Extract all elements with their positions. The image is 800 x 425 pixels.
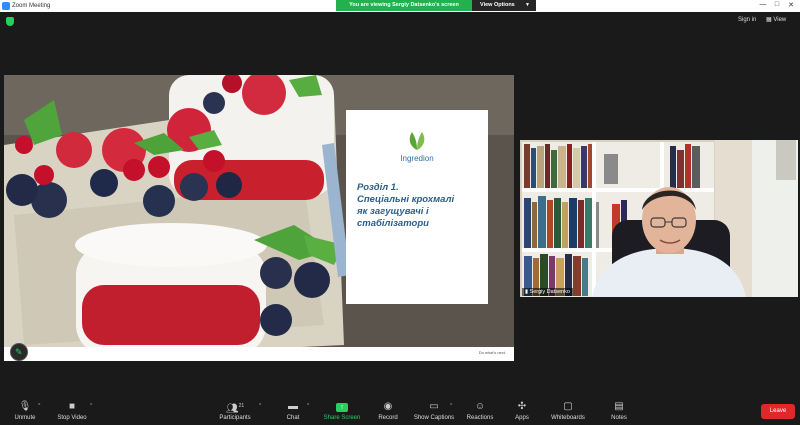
participants-label: Participants [219, 415, 251, 421]
participants-count: 21 [238, 403, 245, 409]
apps-icon: ✣ [517, 401, 527, 412]
view-button[interactable]: ▦ View [766, 16, 786, 23]
window-titlebar: Zoom Meeting You are viewing Sergiy Dats… [0, 0, 800, 12]
record-label: Record [378, 415, 398, 421]
audio-options-caret-icon[interactable]: ^ [38, 403, 40, 409]
meeting-toolbar: 🎙︎ Unmute ^ ■ Stop Video ^ 👥︎21 Particip… [0, 395, 800, 425]
unmute-label: Unmute [14, 415, 36, 421]
whiteboards-button[interactable]: ▢ Whiteboards [543, 401, 593, 421]
chat-label: Chat [286, 415, 300, 421]
sign-in-button[interactable]: Sign in [738, 17, 756, 23]
notes-icon: ▤ [614, 401, 624, 412]
view-options-button[interactable]: View Options ▼ [472, 0, 536, 11]
chat-caret-icon[interactable]: ^ [307, 403, 309, 409]
video-options-caret-icon[interactable]: ^ [90, 403, 92, 409]
chat-bubble-icon: ▬ [288, 401, 298, 412]
window-title: Zoom Meeting [12, 2, 51, 9]
apps-button[interactable]: ✣ Apps [497, 401, 547, 421]
stop-video-label: Stop Video [57, 415, 87, 421]
meeting-top-bar: Sign in ▦ View [0, 12, 800, 32]
share-screen-label: Share Screen [323, 415, 361, 421]
view-options-label: View Options [480, 2, 515, 8]
zoom-logo-icon [2, 2, 10, 10]
whiteboards-label: Whiteboards [551, 415, 585, 421]
record-button[interactable]: ◉ Record [363, 401, 413, 421]
slide-title-line: як загущувачі і [357, 206, 429, 217]
leave-button[interactable]: Leave [761, 404, 795, 419]
participant-name: Sergiy Datsenko [529, 289, 570, 295]
apps-label: Apps [515, 415, 529, 421]
slide-title: Розділ 1. Спеціальні крохмалі як загущув… [357, 182, 481, 230]
notes-label: Notes [611, 415, 627, 421]
view-label: View [773, 17, 787, 23]
participants-icon: 👥︎21 [225, 403, 245, 415]
participant-name-tag: ▮ Sergiy Datsenko [522, 288, 573, 296]
captions-caret-icon[interactable]: ^ [450, 403, 452, 409]
participant-video-tile[interactable]: ▮ Sergiy Datsenko [520, 140, 798, 297]
participant-video-feed [520, 140, 798, 297]
record-icon: ◉ [383, 401, 393, 412]
notes-button[interactable]: ▤ Notes [594, 401, 644, 421]
slide-title-line: стабілізатори [357, 218, 429, 229]
share-screen-button[interactable]: ↑ Share Screen [317, 401, 367, 421]
chat-button[interactable]: ▬ Chat [268, 401, 318, 421]
annotate-button[interactable]: ✎ [10, 343, 28, 361]
pencil-icon: ✎ [15, 347, 23, 357]
microphone-muted-icon: 🎙︎ [18, 401, 32, 412]
security-shield-icon[interactable] [6, 17, 14, 26]
viewing-share-banner: You are viewing Sergiy Datsenko's screen [336, 0, 472, 11]
slide-footer: Do what's next. [4, 347, 514, 361]
slide-title-card: Ingredion Розділ 1. Спеціальні крохмалі … [346, 110, 488, 304]
slide-title-line: Розділ 1. [357, 182, 399, 193]
close-button[interactable]: ✕ [786, 1, 796, 9]
minimize-button[interactable]: — [758, 1, 768, 8]
ingredion-logo-text: Ingredion [400, 154, 434, 163]
share-screen-icon: ↑ [317, 401, 367, 412]
shared-screen[interactable]: Ingredion Розділ 1. Спеціальні крохмалі … [4, 75, 514, 361]
ingredion-logo-icon [409, 132, 425, 150]
slide-title-line: Спеціальні крохмалі [357, 194, 455, 205]
slide-footer-tagline: Do what's next. [478, 350, 506, 355]
whiteboard-icon: ▢ [563, 401, 573, 412]
chevron-down-icon: ▼ [525, 2, 530, 8]
signal-bars-icon: ▮ [525, 289, 529, 295]
participants-caret-icon[interactable]: ^ [259, 403, 261, 409]
maximize-button[interactable]: □ [772, 1, 782, 8]
participants-button[interactable]: 👥︎21 Participants [210, 401, 260, 421]
unmute-button[interactable]: 🎙︎ Unmute [0, 401, 50, 421]
grid-icon: ▦ [766, 17, 772, 23]
show-captions-label: Show Captions [413, 415, 455, 421]
